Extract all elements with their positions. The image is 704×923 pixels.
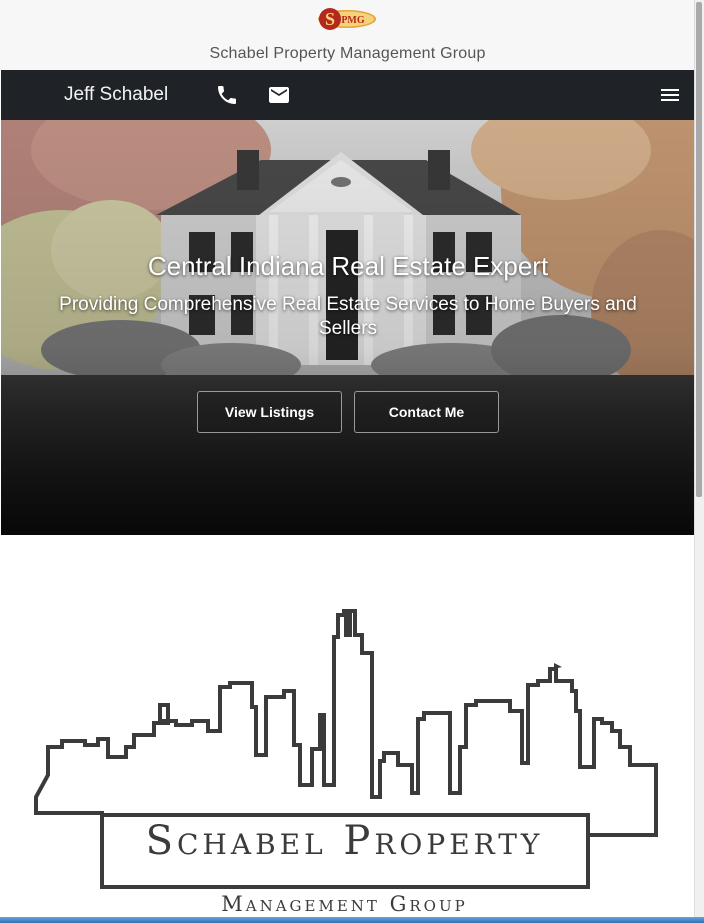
top-navbar: Jeff Schabel: [1, 70, 695, 120]
hero-title: Central Indiana Real Estate Expert: [147, 251, 549, 281]
page: S PMG Schabel Property Management Group …: [0, 0, 704, 923]
phone-icon[interactable]: [215, 83, 239, 107]
svg-text:PMG: PMG: [341, 15, 365, 26]
hero-subtitle: Providing Comprehensive Real Estate Serv…: [59, 294, 637, 339]
taskbar-strip: [0, 917, 704, 923]
skyline-logo-section: Schabel Property Management Group: [0, 535, 695, 923]
skyline-logo-title: Schabel Property: [145, 818, 544, 864]
contact-me-button[interactable]: Contact Me: [354, 391, 499, 433]
view-listings-button[interactable]: View Listings: [197, 391, 342, 433]
skyline-logo-subtitle: Management Group: [221, 892, 468, 916]
mail-icon[interactable]: [267, 83, 291, 107]
indianapolis-skyline-graphic: [34, 609, 658, 889]
svg-text:S: S: [325, 9, 335, 29]
spmg-logo[interactable]: S PMG: [316, 6, 378, 32]
scrollbar-thumb[interactable]: [696, 2, 702, 497]
vertical-scrollbar[interactable]: [694, 0, 704, 923]
hero-section: Central Indiana Real Estate Expert Provi…: [1, 120, 695, 535]
brand-header: S PMG Schabel Property Management Group: [0, 0, 695, 70]
menu-icon[interactable]: [658, 83, 682, 107]
brand-name: Schabel Property Management Group: [209, 45, 486, 62]
agent-name-link[interactable]: Jeff Schabel: [64, 84, 168, 106]
